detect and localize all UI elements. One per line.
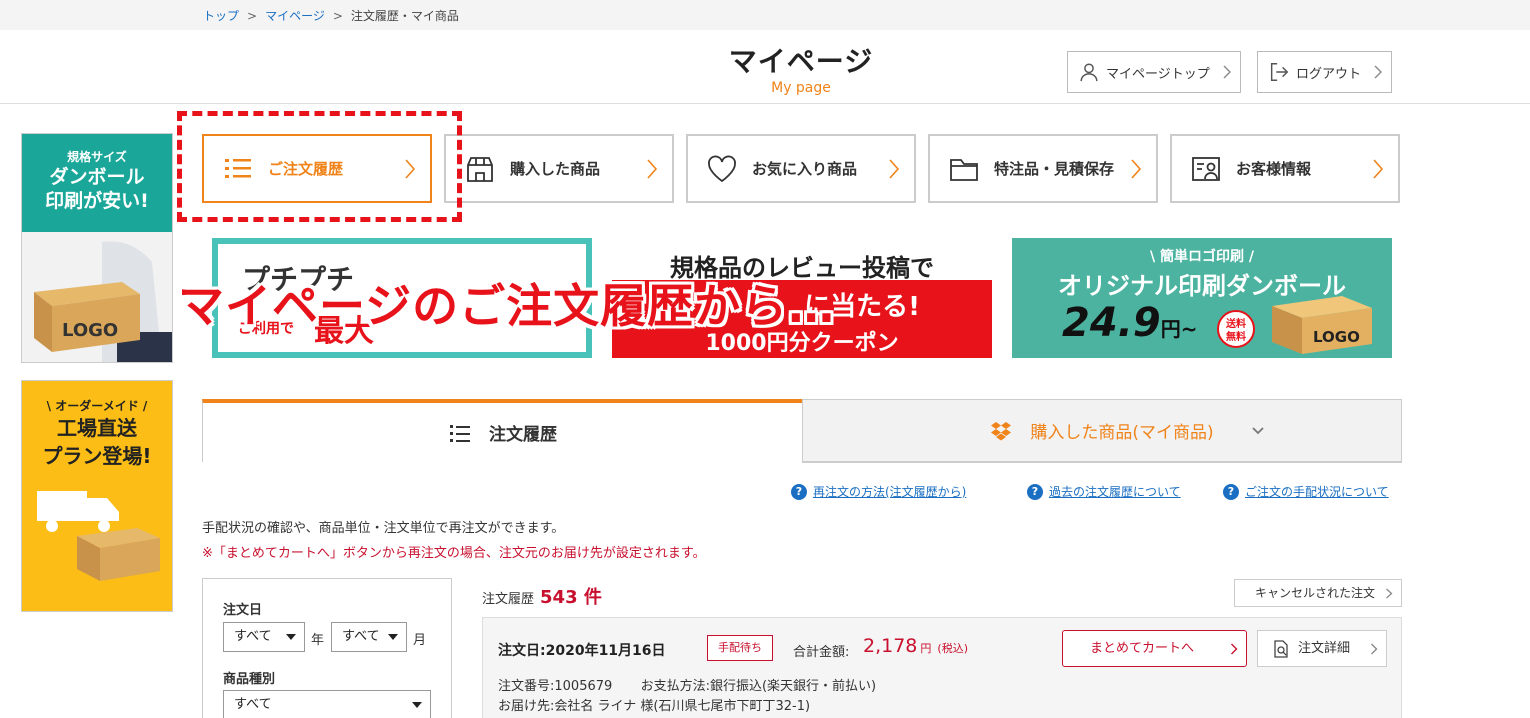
description-note: ※「まとめてカートへ」ボタンから再注文の場合、注文元のお届け先が設定されます。 [202, 546, 706, 561]
chevron-right-icon [1223, 65, 1231, 79]
chevron-right-icon [1131, 159, 1142, 179]
question-icon: ? [1027, 483, 1043, 500]
shop-icon [467, 156, 493, 182]
list-icon [450, 424, 470, 442]
chevron-right-icon [889, 159, 900, 179]
cancelled-orders-button[interactable]: キャンセルされた注文 [1234, 579, 1402, 607]
nav-customer-info-label: お客様情報 [1236, 160, 1312, 178]
order-count: 注文履歴 543 件 [482, 587, 602, 608]
mypage-top-label: マイページトップ [1106, 66, 1210, 82]
document-search-icon [1274, 640, 1288, 658]
order-total: 2,178 円 (税込) [863, 635, 968, 657]
truck-icon [37, 491, 160, 581]
filter-date-label: 注文日 [223, 603, 263, 618]
nav-special-orders-label: 特注品・見積保存 [994, 160, 1115, 178]
dropdown-arrow-icon [286, 634, 296, 640]
month-select[interactable]: すべて [331, 622, 407, 652]
question-icon: ? [791, 483, 807, 500]
year-select[interactable]: すべて [223, 622, 305, 652]
promo-banner-logo-printing[interactable]: \ 簡単ロゴ印刷 / オリジナル印刷ダンボール 24.9円~ 送料 無料 LOGO [1012, 238, 1392, 358]
total-label: 合計金額: [793, 645, 850, 660]
logo-text: LOGO [62, 320, 118, 341]
highlight-dashed-frame [177, 111, 462, 222]
help-link-reorder[interactable]: ? 再注文の方法(注文履歴から) [791, 483, 966, 500]
box-illustration-icon: LOGO [1272, 296, 1372, 354]
order-detail-button[interactable]: 注文詳細 [1257, 630, 1387, 667]
chevron-right-icon [1371, 643, 1378, 655]
tab-order-history[interactable]: 注文履歴 [202, 399, 803, 462]
logout-button[interactable]: ログアウト [1257, 51, 1392, 93]
nav-favorites-label: お気に入り商品 [752, 160, 858, 178]
tab-my-items-label: 購入した商品(マイ商品) [1030, 423, 1214, 443]
id-card-icon [1192, 156, 1220, 181]
breadcrumb-mypage-link[interactable]: マイページ [265, 9, 325, 23]
side-banner-cardboard-printing[interactable]: 規格サイズ ダンボール 印刷が安い! LOGO [21, 133, 173, 363]
chevron-right-icon [1386, 588, 1393, 599]
chevron-down-icon [1252, 427, 1264, 435]
chevron-right-icon [1231, 643, 1238, 655]
box-illustration-icon: LOGO [22, 232, 172, 362]
month-unit: 月 [413, 633, 427, 648]
chevron-right-icon [647, 159, 658, 179]
nav-purchased-items-label: 購入した商品 [510, 160, 601, 178]
chevron-right-icon [1373, 159, 1384, 179]
overlay-caption: マイページのご注文履歴から… [178, 279, 836, 333]
order-date: 注文日:2020年11月16日 [498, 643, 666, 659]
promo-price: 24.9 [1062, 300, 1161, 346]
heart-icon [708, 155, 736, 182]
logout-label: ログアウト [1296, 66, 1362, 82]
nav-customer-info[interactable]: お客様情報 [1170, 134, 1400, 203]
dropdown-arrow-icon [412, 702, 422, 708]
help-link-past-orders[interactable]: ? 過去の注文履歴について [1027, 483, 1181, 500]
dropbox-icon [991, 421, 1012, 440]
breadcrumb-separator: > [332, 9, 343, 23]
logout-icon [1270, 63, 1289, 81]
banner-text: 規格サイズ [67, 150, 127, 164]
help-link-order-status[interactable]: ? ご注文の手配状況について [1223, 483, 1389, 500]
description-text: 手配状況の確認や、商品単位・注文単位で再注文ができます。 [202, 521, 565, 536]
divider [802, 462, 1402, 463]
order-number: 注文番号:1005679 [498, 679, 613, 694]
page-header: マイページ My page マイページトップ ログアウト [0, 30, 1530, 104]
breadcrumb-top-link[interactable]: トップ [203, 9, 239, 23]
tab-my-items[interactable]: 購入した商品(マイ商品) [802, 399, 1402, 462]
banner-text: \ オーダーメイド / [46, 399, 148, 413]
payment-method: お支払方法:銀行振込(楽天銀行・前払い) [640, 679, 877, 694]
banner-text: 工場直送 [57, 416, 137, 440]
dropdown-arrow-icon [388, 634, 398, 640]
order-card: 注文日:2020年11月16日 手配待ち 合計金額: 2,178 円 (税込) まと… [482, 617, 1402, 718]
nav-purchased-items[interactable]: 購入した商品 [444, 134, 674, 203]
folder-icon [950, 158, 978, 181]
year-unit: 年 [311, 633, 325, 648]
logo-text: LOGO [1313, 328, 1360, 346]
promo-top-text: \ 簡単ロゴ印刷 / [1150, 249, 1254, 265]
ship-to: お届け先:会社名 ライナ 様(石川県七尾市下町丁32-1) [498, 699, 811, 714]
banner-text: 印刷が安い! [45, 190, 149, 212]
nav-favorites[interactable]: お気に入り商品 [686, 134, 916, 203]
side-banner-custom-order[interactable]: \ オーダーメイド / 工場直送 プラン登場! [21, 380, 173, 612]
mypage-top-button[interactable]: マイページトップ [1067, 51, 1241, 93]
breadcrumb-current: 注文履歴・マイ商品 [350, 9, 459, 23]
tab-order-history-label: 注文履歴 [489, 425, 557, 445]
nav-special-orders[interactable]: 特注品・見積保存 [928, 134, 1158, 203]
banner-text: ダンボール [49, 166, 145, 188]
banner-text: プラン登場! [42, 444, 152, 468]
product-type-select[interactable]: すべて [223, 690, 431, 718]
promo-price-unit: 円~ [1160, 317, 1198, 341]
free-shipping-badge: 送料 無料 [1217, 310, 1255, 348]
user-icon [1080, 63, 1098, 82]
breadcrumb: トップ > マイページ > 注文履歴・マイ商品 [0, 0, 1530, 30]
add-all-to-cart-button[interactable]: まとめてカートへ [1062, 630, 1247, 667]
filter-panel: 注文日 すべて 年 すべて 月 商品種別 すべて [202, 578, 452, 718]
filter-type-label: 商品種別 [223, 672, 276, 687]
question-icon: ? [1223, 483, 1239, 500]
chevron-right-icon [1374, 65, 1382, 79]
order-count-value: 543 件 [540, 587, 602, 608]
breadcrumb-separator: > [247, 9, 258, 23]
status-badge: 手配待ち [707, 635, 773, 661]
